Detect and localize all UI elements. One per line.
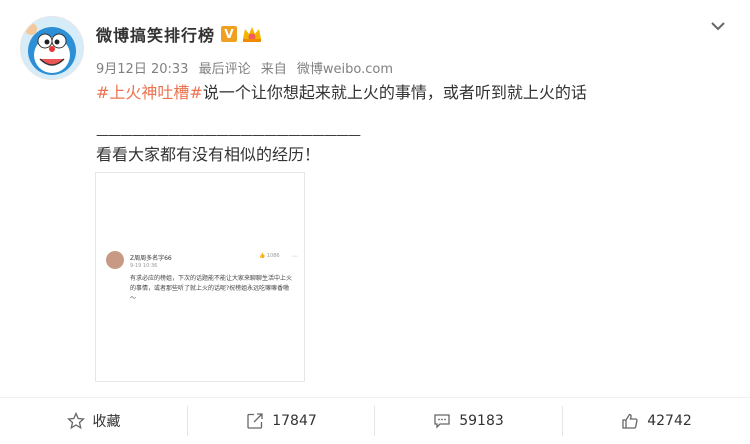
comment-time: 9-19 10:36 <box>130 263 158 269</box>
post-text: #上火神吐槽#说一个让你想起来就上火的事情，或者听到就上火的话 <box>96 80 587 106</box>
post-meta: 9月12日 20:33 最后评论 来自 微博weibo.com <box>96 58 393 77</box>
separator-line: —————————————————————— <box>96 128 361 143</box>
author-name[interactable]: 微博搞笑排行榜 <box>96 22 215 46</box>
share-icon <box>247 413 263 429</box>
comment-thumbs-up-icon: 👍 <box>259 253 266 259</box>
comment-count: 59183 <box>459 413 504 429</box>
like-count: 42742 <box>647 413 692 429</box>
repost-button[interactable]: 17847 <box>188 404 375 438</box>
post-text-body: 说一个让你想起来就上火的事情，或者听到就上火的话 <box>202 83 587 102</box>
author-row: 微博搞笑排行榜 V <box>96 21 263 47</box>
post-image[interactable]: Z周周多名字66 9-19 10:36 👍 1086 ⋯ 有求必应的榜姐，下次的… <box>95 172 305 382</box>
comment-body: 有求必应的榜姐，下次的话题能不能让大家来聊聊生活中上火的事情，或者那些听了就上火… <box>130 275 293 302</box>
favorite-label: 收藏 <box>92 414 121 430</box>
verified-badge[interactable]: V <box>221 26 238 42</box>
repost-count: 17847 <box>272 413 317 429</box>
action-bar: 收藏 17847 59183 42742 <box>0 397 750 444</box>
crown-icon[interactable] <box>241 25 263 43</box>
star-icon <box>66 412 85 430</box>
comment-button[interactable]: 59183 <box>375 404 562 438</box>
comment-more-icon: ⋯ <box>292 253 298 260</box>
source-prefix: 来自 <box>260 62 287 77</box>
post-date[interactable]: 9月12日 20:33 <box>96 62 188 77</box>
chevron-down-icon[interactable] <box>710 20 726 32</box>
comment-avatar <box>106 251 124 269</box>
author-avatar[interactable] <box>20 16 84 80</box>
comment-like-value: 1086 <box>266 253 280 259</box>
like-button[interactable]: 42742 <box>563 404 750 438</box>
post-source[interactable]: 微博weibo.com <box>297 62 393 77</box>
comment-icon <box>434 414 450 429</box>
edit-status: 最后评论 <box>198 62 251 77</box>
topic-link[interactable]: #上火神吐槽# <box>96 83 203 102</box>
post-text-line2: 看看大家都有没有相似的经历！ <box>96 145 321 164</box>
favorite-button[interactable]: 收藏 <box>0 404 187 438</box>
thumbs-up-icon <box>622 413 638 429</box>
comment-user: Z周周多名字66 <box>130 255 172 262</box>
comment-like-count: 👍 1086 <box>259 253 280 259</box>
